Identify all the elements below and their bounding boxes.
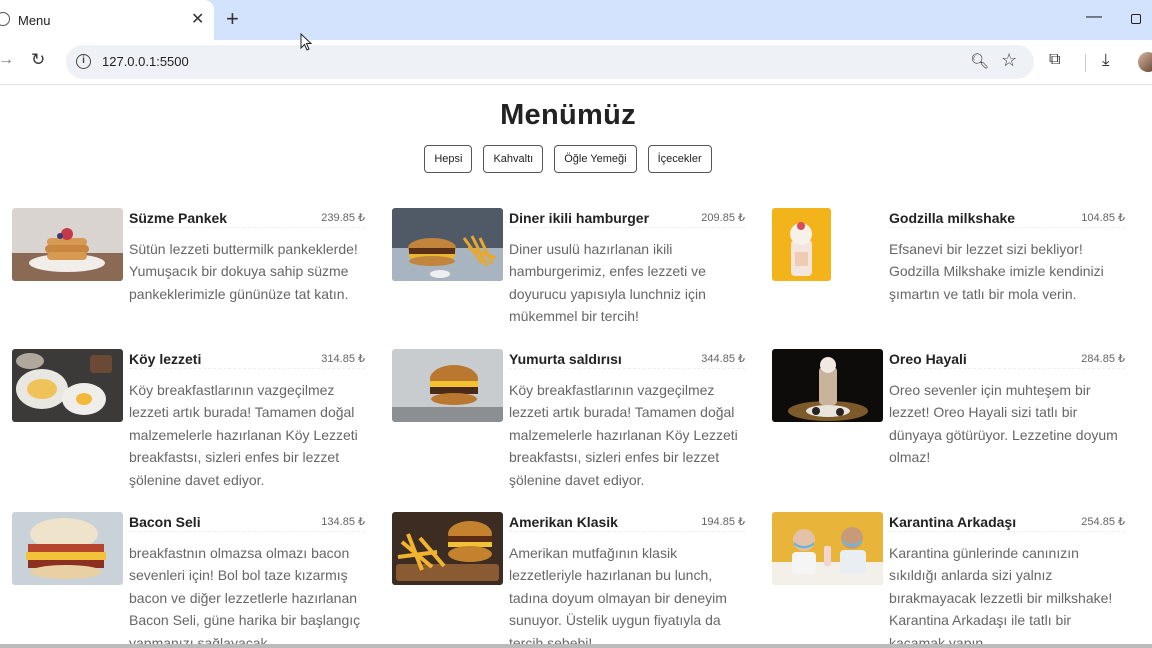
url-text[interactable]: 127.0.0.1:5500: [102, 54, 189, 69]
item-price: 209.85 ₺: [701, 212, 745, 224]
browser-toolbar: → ↻ i 127.0.0.1:5500 🔍︎ ☆ ⧉ ⤓: [0, 40, 1152, 85]
item-description: Köy breakfastlarının vazgeçilmez lezzeti…: [509, 382, 738, 488]
item-name: Oreo Hayali: [889, 351, 967, 367]
item-photo-village-breakfast: [12, 349, 123, 422]
item-photo-milkshake: [772, 208, 831, 281]
item-description: Karantina günlerinde canınızın sıkıldığı…: [889, 545, 1113, 648]
close-tab-icon[interactable]: ✕: [191, 9, 204, 29]
globe-icon: [0, 12, 10, 26]
item-price: 194.85 ₺: [701, 516, 745, 528]
address-bar[interactable]: i 127.0.0.1:5500 🔍︎ ☆: [66, 45, 1034, 79]
item-description: Diner usulü hazırlanan ikili hamburgerim…: [509, 241, 706, 325]
item-name: Yumurta saldırısı: [509, 351, 622, 367]
item-photo-burger: [392, 208, 503, 281]
forward-icon[interactable]: →: [0, 51, 14, 69]
item-description: Amerikan mutfağının klasik lezzetleriyle…: [509, 545, 727, 648]
page-title: Menümüz: [500, 99, 636, 131]
item-photo-american-classic: [392, 512, 503, 585]
profile-avatar[interactable]: [1138, 52, 1152, 72]
item-description: Efsanevi bir lezzet sizi bekliyor! Godzi…: [889, 241, 1104, 302]
item-photo-quarantine-shake: [772, 512, 883, 585]
restore-icon[interactable]: [1131, 14, 1141, 24]
extensions-icon[interactable]: ⧉: [1049, 51, 1060, 69]
item-price: 134.85 ₺: [321, 516, 365, 528]
filter-drinks-button[interactable]: İçecekler: [647, 145, 712, 173]
bookmark-star-icon[interactable]: ☆: [1001, 50, 1017, 71]
minimize-icon[interactable]: —: [1086, 8, 1102, 26]
item-name: Godzilla milkshake: [889, 210, 1016, 226]
item-description: Sütün lezzeti buttermilk pankeklerde! Yu…: [129, 241, 358, 302]
item-name: Karantina Arkadaşı: [889, 514, 1017, 530]
item-photo-pancake: [12, 208, 123, 281]
item-description: breakfastnın olmazsa olmazı bacon sevenl…: [129, 545, 361, 648]
item-price: 314.85 ₺: [321, 353, 365, 365]
bottom-edge: [0, 644, 1152, 648]
new-tab-icon[interactable]: +: [226, 6, 239, 32]
filter-lunch-button[interactable]: Öğle Yemeği: [554, 145, 637, 173]
item-price: 284.85 ₺: [1081, 353, 1125, 365]
item-photo-egg-burger: [392, 349, 503, 422]
item-photo-bacon-sandwich: [12, 512, 123, 585]
item-price: 254.85 ₺: [1081, 516, 1125, 528]
category-filter-group: Hepsi Kahvaltı Öğle Yemeği İçecekler: [0, 145, 1136, 173]
item-name: Süzme Pankek: [129, 210, 228, 226]
tab-title: Menu: [18, 13, 51, 28]
mouse-cursor-icon: [300, 33, 313, 51]
download-icon[interactable]: ⤓: [1102, 50, 1110, 70]
reload-icon[interactable]: ↻: [31, 50, 45, 70]
item-description: Köy breakfastlarının vazgeçilmez lezzeti…: [129, 382, 358, 488]
filter-all-button[interactable]: Hepsi: [424, 145, 473, 173]
tab-bar: Menu ✕ + —: [0, 0, 1152, 40]
toolbar-divider: [1085, 54, 1086, 72]
browser-tab[interactable]: Menu ✕: [0, 0, 214, 40]
filter-breakfast-button[interactable]: Kahvaltı: [483, 145, 544, 173]
item-description: Oreo sevenler için muhteşem bir lezzet! …: [889, 382, 1118, 466]
item-name: Bacon Seli: [129, 514, 201, 530]
item-name: Diner ikili hamburger: [509, 210, 650, 226]
item-name: Amerikan Klasik: [509, 514, 618, 530]
item-name: Köy lezzeti: [129, 351, 202, 367]
item-price: 344.85 ₺: [701, 353, 745, 365]
item-price: 239.85 ₺: [321, 212, 365, 224]
site-info-icon[interactable]: i: [76, 54, 91, 69]
zoom-icon[interactable]: 🔍︎: [970, 52, 989, 70]
item-photo-oreo-shake: [772, 349, 883, 422]
item-price: 104.85 ₺: [1081, 212, 1125, 224]
